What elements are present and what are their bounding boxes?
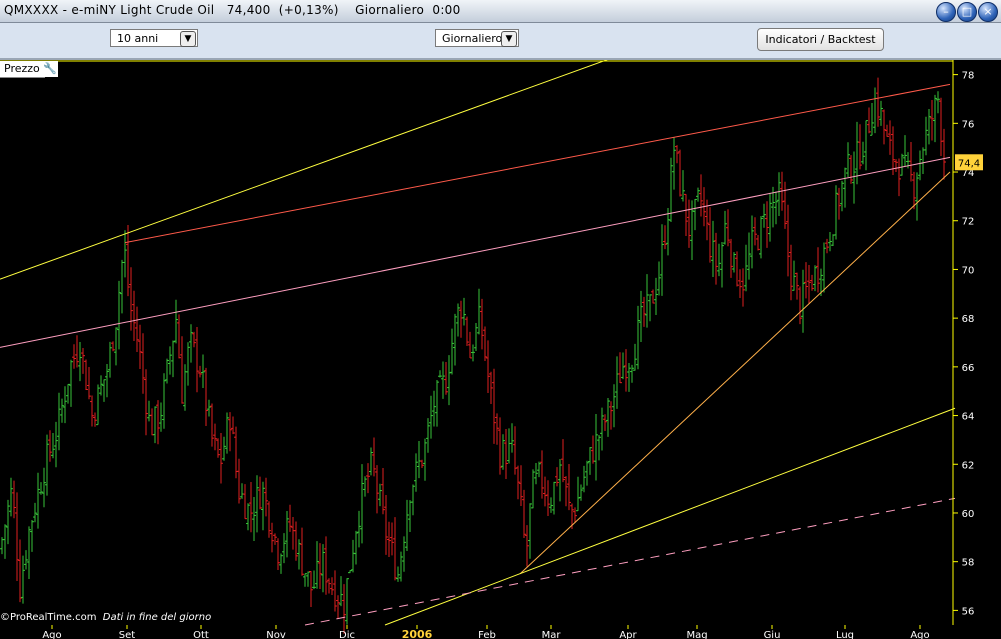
x-tick-label: Giu bbox=[764, 630, 781, 639]
period-select-value: Giornaliero bbox=[442, 32, 503, 45]
x-tick-label: Ago bbox=[42, 630, 61, 639]
x-tick-label: Mag bbox=[686, 630, 707, 639]
maximize-icon: □ bbox=[961, 5, 973, 18]
x-tick-label: Ago bbox=[910, 630, 929, 639]
chevron-down-icon[interactable]: ▼ bbox=[180, 31, 196, 47]
x-tick-label: Nov bbox=[266, 630, 286, 639]
window-title: QMXXXX - e-miNY Light Crude Oil 74,400 (… bbox=[4, 3, 461, 17]
y-tick-label: 64 bbox=[962, 412, 975, 423]
x-tick-label: Apr bbox=[619, 630, 637, 639]
chevron-down-icon[interactable]: ▼ bbox=[501, 31, 517, 47]
range-select-value: 10 anni bbox=[117, 32, 159, 45]
price-panel-label: Prezzo bbox=[0, 61, 45, 78]
last-price-tag: 74,4 bbox=[955, 154, 983, 171]
y-tick-label: 68 bbox=[962, 314, 975, 325]
y-tick-label: 60 bbox=[962, 509, 975, 520]
y-tick-label: 56 bbox=[962, 606, 975, 617]
minimize-icon: – bbox=[943, 5, 949, 18]
price-chart[interactable]: 565860626466687072747678 Ago Set Ott Nov Dic… bbox=[0, 60, 1001, 639]
y-tick-label: 62 bbox=[962, 460, 975, 471]
credits-note: Dati in fine del giorno bbox=[102, 612, 212, 623]
title-bar: QMXXXX - e-miNY Light Crude Oil 74,400 (… bbox=[0, 0, 1001, 23]
y-tick-label: 66 bbox=[962, 363, 975, 374]
y-tick-label: 70 bbox=[962, 265, 975, 276]
wrench-icon[interactable]: 🔧 bbox=[42, 61, 58, 77]
y-tick-label: 72 bbox=[962, 217, 975, 228]
x-tick-label: Mar bbox=[542, 630, 562, 639]
chart-background bbox=[0, 60, 1001, 639]
minimize-button[interactable]: – bbox=[936, 2, 956, 22]
y-tick-label: 58 bbox=[962, 558, 975, 569]
indicators-button[interactable]: Indicatori / Backtest bbox=[757, 28, 884, 51]
y-tick-label: 78 bbox=[962, 71, 975, 82]
x-tick-label: Feb bbox=[478, 630, 496, 639]
close-button[interactable]: × bbox=[978, 2, 998, 22]
range-select[interactable]: 10 anni ▼ bbox=[110, 29, 198, 47]
x-tick-label: Dic bbox=[339, 630, 355, 639]
x-tick-label: 2006 bbox=[402, 628, 433, 639]
toolbar: 10 anni ▼ Giornaliero ▼ Indicatori / Bac… bbox=[0, 23, 1001, 60]
x-tick-label: Ott bbox=[193, 630, 209, 639]
x-tick-label: Set bbox=[119, 630, 136, 639]
last-price-label: 74,4 bbox=[958, 158, 980, 169]
x-tick-label: Lug bbox=[836, 630, 854, 639]
close-icon: × bbox=[983, 5, 993, 18]
y-tick-label: 76 bbox=[962, 119, 975, 130]
credits: ©ProRealTime.com Dati in fine del giorno bbox=[0, 612, 212, 623]
maximize-button[interactable]: □ bbox=[957, 2, 977, 22]
period-select[interactable]: Giornaliero ▼ bbox=[435, 29, 519, 47]
credits-site: ProRealTime.com bbox=[10, 612, 97, 623]
